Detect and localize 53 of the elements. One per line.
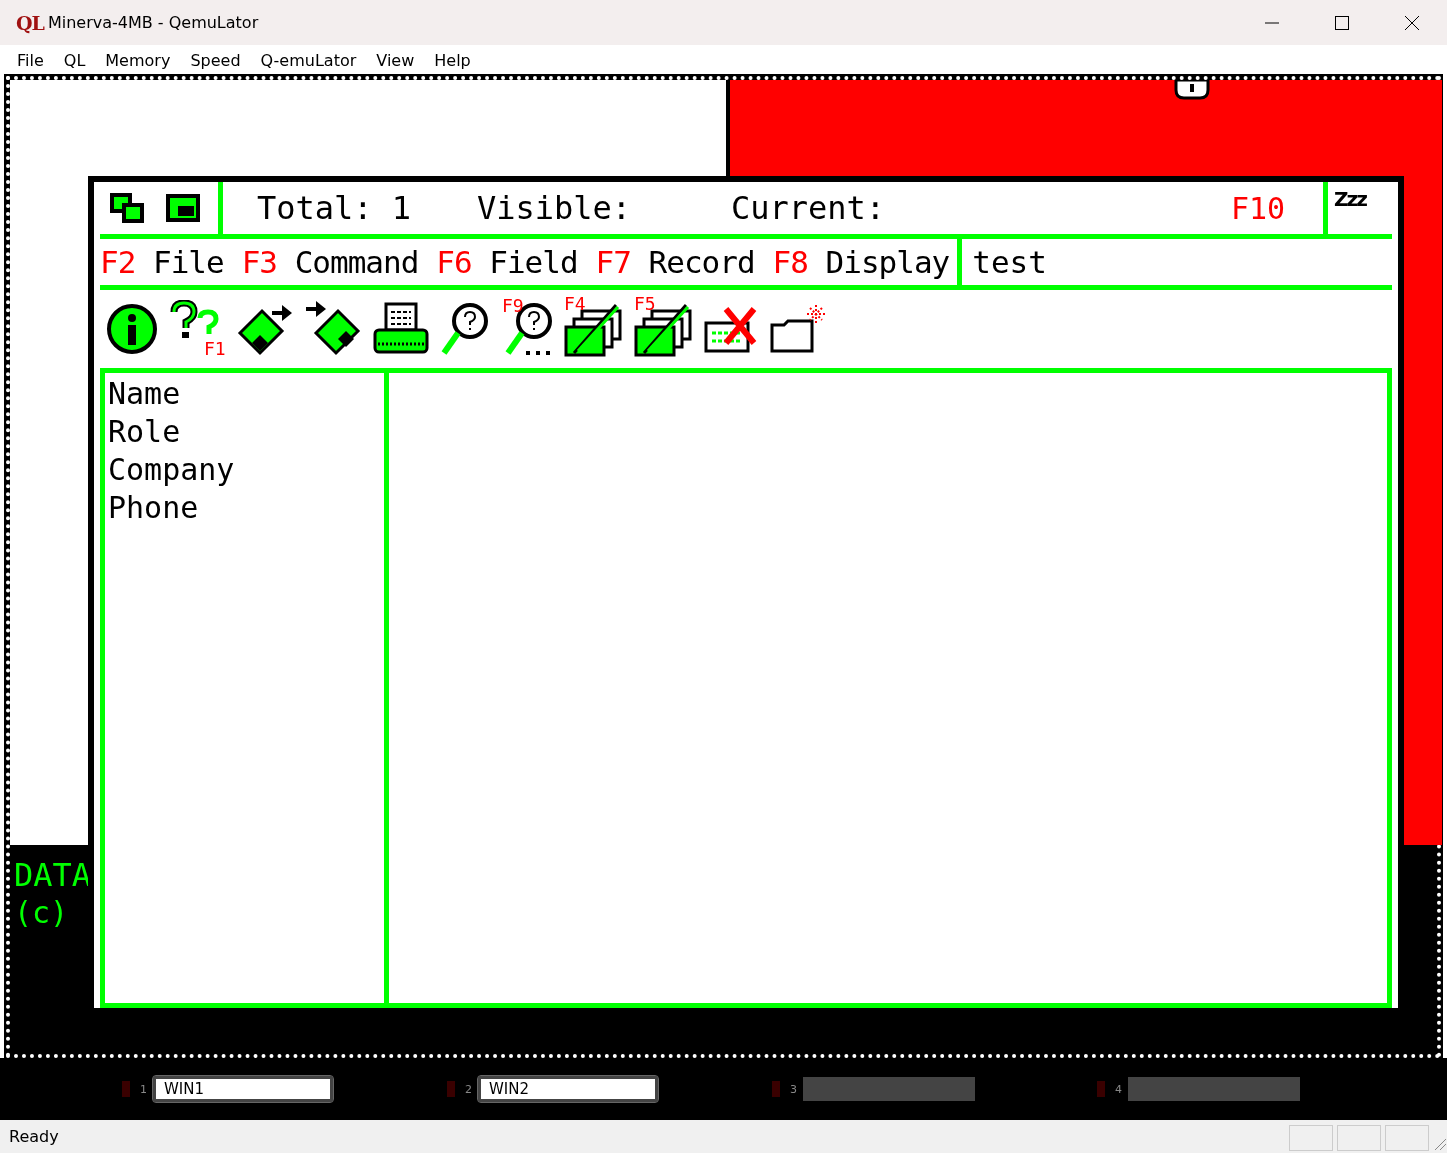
command-menu[interactable]: F3 Command — [241, 244, 419, 280]
app-logo: QL — [16, 11, 44, 34]
window-slot-button[interactable]: WIN1 — [153, 1076, 333, 1102]
command-menu[interactable]: F6 Field — [436, 244, 578, 280]
function-key-label: F10 — [1231, 190, 1286, 226]
function-key-label: F4 — [564, 293, 586, 314]
function-key-label: F5 — [634, 293, 656, 314]
command-menu[interactable]: F8 Display — [772, 244, 950, 280]
slot-indicator — [122, 1081, 130, 1097]
minimize-icon — [1264, 21, 1280, 24]
status-text: Ready — [8, 1127, 59, 1146]
total-label: Total: 1 — [257, 189, 413, 227]
field-name[interactable]: Name — [108, 375, 181, 413]
status-pane — [1385, 1125, 1429, 1151]
command-menu[interactable]: F2 File — [100, 244, 224, 280]
slot-indicator — [1097, 1081, 1105, 1097]
slot-number: 4 — [1115, 1082, 1122, 1096]
menu-item[interactable]: QL — [63, 51, 86, 70]
windows-icon[interactable] — [110, 193, 146, 223]
function-key-label: F1 — [204, 338, 226, 359]
menu-item[interactable]: Help — [434, 51, 471, 70]
window-slot-button[interactable]: WIN2 — [478, 1076, 658, 1102]
window-title: Minerva-4MB - QemuLator — [47, 13, 260, 32]
menu-item[interactable]: View — [376, 51, 415, 70]
slot-number: 1 — [140, 1082, 147, 1096]
menu-item[interactable]: Speed — [190, 51, 241, 70]
sleep-button[interactable]: Zzz — [1334, 188, 1366, 210]
info-icon[interactable] — [106, 303, 158, 355]
field-name[interactable]: Phone — [108, 489, 199, 527]
maximize-icon — [1334, 14, 1350, 31]
close-icon — [1404, 14, 1420, 31]
status-pane — [1289, 1125, 1333, 1151]
visible-label: Visible: — [477, 189, 633, 227]
field-name[interactable]: Role — [108, 413, 181, 451]
menu-item[interactable]: File — [17, 51, 44, 70]
resize-grip-icon[interactable] — [1433, 1137, 1447, 1151]
field-name[interactable]: Company — [108, 451, 235, 489]
command-menu[interactable]: F7 Record — [595, 244, 755, 280]
menu-item[interactable]: Memory — [105, 51, 171, 70]
current-label: Current: — [731, 189, 887, 227]
status-pane — [1337, 1125, 1381, 1151]
slot-number: 2 — [465, 1082, 472, 1096]
window-icon[interactable] — [166, 194, 200, 222]
record-name-field[interactable]: test — [962, 239, 1047, 285]
slot-indicator — [772, 1081, 780, 1097]
function-key-label: F9 — [502, 295, 524, 316]
slot-indicator — [447, 1081, 455, 1097]
slot-number: 3 — [790, 1082, 797, 1096]
window-text: (c) — [14, 894, 70, 932]
window-text: DATA — [14, 856, 92, 894]
new-folder-icon[interactable] — [770, 303, 828, 355]
lock-icon — [1174, 80, 1210, 100]
menu-item[interactable]: Q-emuLator — [260, 51, 357, 70]
